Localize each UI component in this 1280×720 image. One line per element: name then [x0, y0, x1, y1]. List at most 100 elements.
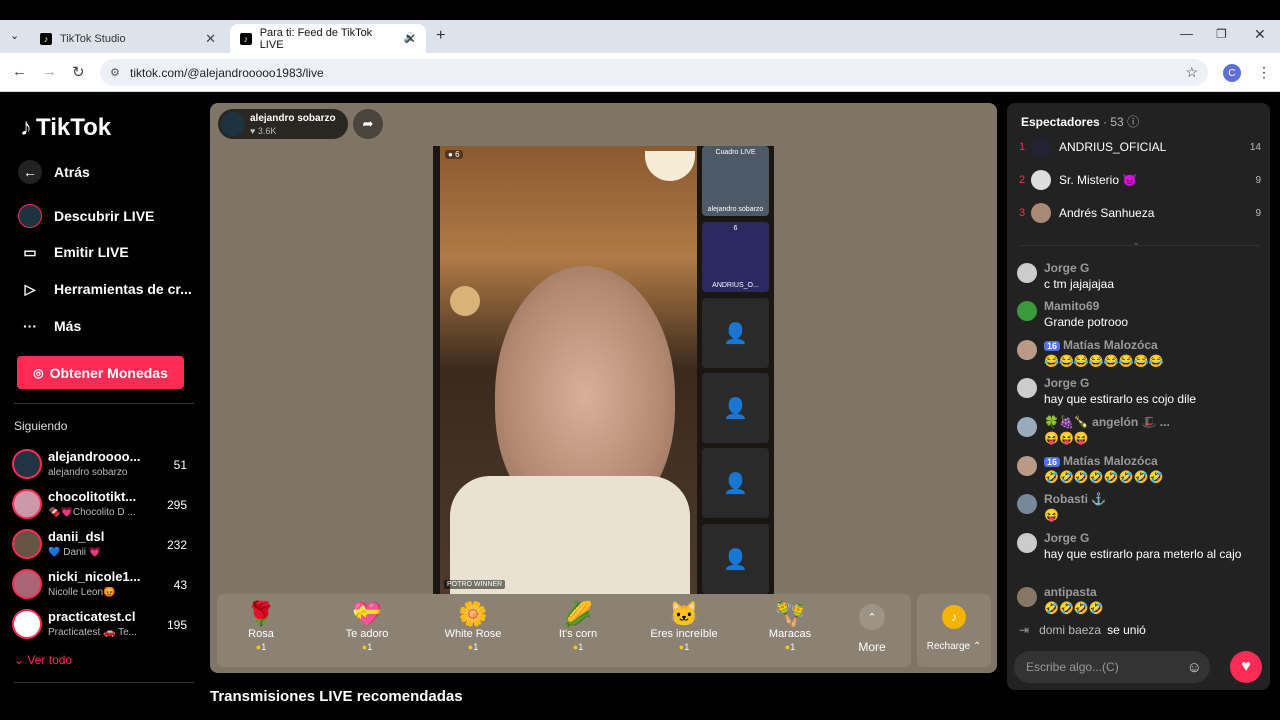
avatar: [12, 609, 42, 639]
empty-guest-slot[interactable]: 👤: [702, 298, 769, 368]
viewer-item[interactable]: 2 Sr. Misterio 👿 9: [1019, 169, 1261, 191]
avatar: [1017, 340, 1037, 360]
tab-search-icon[interactable]: ⌄: [10, 29, 19, 42]
chat-panel: Espectadores · 53 ⓘ 1 ANDRIUS_OFICIAL 14…: [1007, 103, 1270, 690]
following-item[interactable]: practicatest.cl Practicatest 🚗 Te... 195: [12, 609, 197, 643]
close-tab-icon[interactable]: ✕: [205, 31, 216, 47]
following-label: Siguiendo: [14, 419, 68, 433]
divider: [14, 682, 194, 683]
emoji-icon[interactable]: ☺: [1187, 659, 1202, 676]
title-bar: [0, 0, 1280, 20]
following-item[interactable]: nicki_nicole1... Nicolle Leon😡 43: [12, 569, 197, 603]
video-watermark: POTRO WINNER: [444, 580, 506, 589]
following-item[interactable]: alejandroooo... alejandro sobarzo 51: [12, 449, 197, 483]
share-button[interactable]: ➦: [353, 109, 383, 139]
chat-input[interactable]: Escribe algo...(C) ☺: [1014, 651, 1210, 683]
tiktok-note-icon: ♪: [20, 114, 32, 141]
address-bar: ← → ↻ ⚙ tiktok.com/@alejandrooooo1983/li…: [0, 53, 1280, 92]
camera-icon: ▭: [23, 243, 37, 260]
live-stream-panel: alejandro sobarzo ♥ 3.6K ➦ ● 6 POTRO WIN…: [210, 103, 997, 673]
person-icon: 👤: [723, 472, 748, 495]
avatar: [1031, 137, 1051, 157]
gift-te-adoro[interactable]: 💝 Te adoro ●1: [327, 600, 407, 652]
viewer-item[interactable]: 1 ANDRIUS_OFICIAL 14: [1019, 136, 1261, 158]
divider: [14, 403, 194, 404]
see-all-link[interactable]: ⌄ Ver todo: [14, 653, 72, 667]
avatar: [1017, 301, 1037, 321]
nav-more[interactable]: ··· Más: [18, 314, 81, 338]
lamp-left: [450, 286, 480, 316]
live-avatar-icon: [18, 204, 42, 228]
empty-guest-slot[interactable]: 👤: [702, 373, 769, 443]
close-window-icon[interactable]: ✕: [1254, 26, 1266, 43]
gift-more-button[interactable]: ⌃ More: [845, 604, 899, 654]
like-heart-button[interactable]: ♥: [1230, 651, 1262, 683]
viewer-count-badge: ● 6: [445, 150, 463, 159]
share-arrow-icon: ➦: [362, 116, 374, 131]
heart-icon: ♥: [1241, 658, 1251, 675]
new-tab-icon[interactable]: +: [436, 27, 445, 45]
tab-strip: ⌄ ♪ TikTok Studio ✕ ♪ Para ti: Feed de T…: [0, 20, 1280, 53]
fan-level-badge: 16: [1044, 341, 1061, 351]
gift-eres-increible[interactable]: 🐱 Eres increíble ●1: [644, 600, 724, 652]
url-input[interactable]: ⚙ tiktok.com/@alejandrooooo1983/live ☆: [100, 59, 1208, 86]
recommended-title: Transmisiones LIVE recomendadas: [210, 688, 463, 705]
back-icon[interactable]: ←: [12, 63, 27, 80]
avatar: [1017, 263, 1037, 283]
avatar: [1017, 456, 1037, 476]
forward-icon[interactable]: →: [42, 63, 57, 80]
empty-guest-slot[interactable]: 👤: [702, 524, 769, 594]
avatar: [12, 529, 42, 559]
help-icon[interactable]: ⓘ: [1127, 115, 1139, 129]
person-icon: 👤: [723, 322, 748, 345]
chevron-up-icon: ⌃: [972, 641, 982, 652]
nav-go-live[interactable]: ▭ Emitir LIVE: [18, 240, 128, 264]
main-video-feed[interactable]: ● 6 POTRO WINNER: [440, 146, 697, 594]
tiktok-favicon-icon: ♪: [40, 32, 52, 45]
following-item[interactable]: danii_dsl 💙 Danii 💗 232: [12, 529, 197, 563]
site-info-icon[interactable]: ⚙: [110, 66, 120, 79]
sidebar: ♪ TikTok ← Atrás Descubrir LIVE ▭ Emitir…: [0, 92, 210, 720]
play-circle-icon: ▷: [24, 280, 36, 297]
viewers-header[interactable]: Espectadores · 53 ⓘ: [1021, 113, 1139, 130]
bookmark-star-icon[interactable]: ☆: [1185, 64, 1198, 81]
streamer-robe: [450, 476, 690, 594]
tiktok-logo[interactable]: ♪ TikTok: [20, 114, 111, 142]
avatar: [1031, 170, 1051, 190]
back-arrow-icon: ←: [18, 160, 42, 184]
tab-tiktok-studio[interactable]: ♪ TikTok Studio ✕: [30, 24, 226, 53]
host-info[interactable]: alejandro sobarzo ♥ 3.6K: [218, 109, 348, 139]
tab-tiktok-live[interactable]: ♪ Para ti: Feed de TikTok LIVE 🔊 ✕: [230, 24, 426, 53]
close-tab-icon[interactable]: ✕: [405, 31, 416, 47]
get-coins-button[interactable]: ◎ Obtener Monedas: [17, 356, 184, 389]
avatar: [1017, 417, 1037, 437]
viewer-item[interactable]: 3 Andrés Sanhueza 9: [1019, 202, 1261, 224]
gift-maracas[interactable]: 🪇 Maracas ●1: [750, 600, 830, 652]
video-player[interactable]: ● 6 POTRO WINNER Cuadro LIVE alejandro s…: [433, 146, 774, 594]
guest-slot-2[interactable]: 6 ANDRIUS_O...: [702, 222, 769, 292]
profile-avatar[interactable]: C: [1223, 64, 1241, 82]
recharge-button[interactable]: ♪ Recharge ⌃: [917, 594, 991, 667]
following-item[interactable]: chocolitotikt... 🍫💗Chocolito D ... 295: [12, 489, 197, 523]
menu-kebab-icon[interactable]: ⋮: [1257, 64, 1271, 81]
gift-its-corn[interactable]: 🌽 It's corn ●1: [538, 600, 618, 652]
minimize-icon[interactable]: —: [1180, 26, 1193, 41]
gift-white-rose[interactable]: 🌼 White Rose ●1: [433, 600, 513, 652]
restore-icon[interactable]: ❐: [1216, 27, 1227, 41]
gift-rosa[interactable]: 🌹 Rosa ●1: [221, 600, 301, 652]
chevron-up-icon: ⌃: [859, 604, 885, 630]
guest-slot-1[interactable]: Cuadro LIVE alejandro sobarzo: [702, 146, 769, 216]
nav-back[interactable]: ← Atrás: [18, 160, 90, 184]
reload-icon[interactable]: ↻: [72, 63, 85, 81]
nav-discover-live[interactable]: Descubrir LIVE: [18, 204, 154, 228]
chevron-down-icon: ⌄: [14, 653, 25, 667]
coin-icon: ◎: [33, 365, 44, 380]
expand-viewers-icon[interactable]: ⌄: [1132, 237, 1140, 248]
nav-creator-tools[interactable]: ▷ Herramientas de cr...: [18, 277, 192, 301]
more-dots-icon: ···: [23, 318, 37, 334]
person-icon: 👤: [723, 397, 748, 420]
host-likes: ♥ 3.6K: [250, 126, 277, 136]
gift-bar: 🌹 Rosa ●1 💝 Te adoro ●1 🌼 White Rose ●1 …: [217, 594, 911, 667]
fan-level-badge: 16: [1044, 457, 1061, 467]
empty-guest-slot[interactable]: 👤: [702, 448, 769, 518]
